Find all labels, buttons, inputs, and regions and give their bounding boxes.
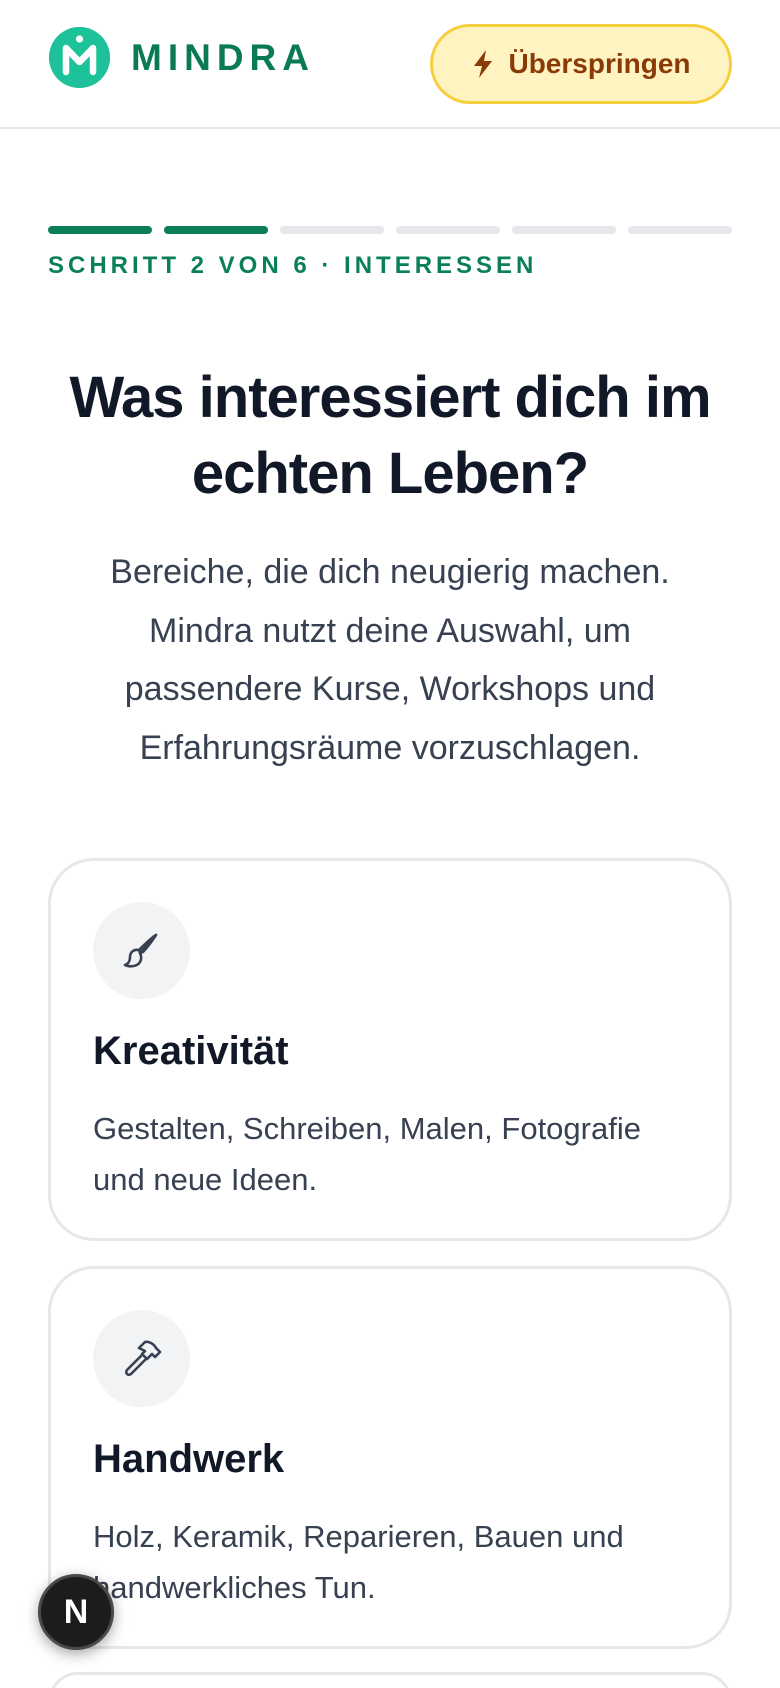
page-subtitle: Bereiche, die dich neugierig machen. Min…: [110, 553, 670, 767]
interest-title: Kreativität: [93, 1029, 289, 1073]
page-title: Was interessiert dich im echten Leben?: [69, 365, 711, 506]
interest-description: Holz, Keramik, Reparieren, Bauen und han…: [93, 1519, 624, 1605]
paintbrush-icon: [123, 933, 157, 968]
hammer-icon: [124, 1340, 161, 1376]
interest-description: Gestalten, Schreiben, Malen, Fotografie …: [93, 1111, 641, 1197]
mindra-logo-icon: [49, 27, 110, 88]
progress-segment: [280, 226, 384, 234]
floating-n-button[interactable]: N: [38, 1574, 114, 1650]
interest-icon-wrapper: [93, 902, 190, 999]
progress-segment: [396, 226, 500, 234]
step-progress-bar: [48, 226, 732, 234]
interest-card-handwerk[interactable]: Handwerk Holz, Keramik, Reparieren, Baue…: [48, 1266, 732, 1649]
progress-segment: [48, 226, 152, 234]
bolt-icon: [474, 50, 493, 78]
progress-segment: [628, 226, 732, 234]
progress-segment: [512, 226, 616, 234]
top-bar: MINDRA Überspringen: [0, 0, 780, 129]
interest-title: Handwerk: [93, 1437, 285, 1481]
interest-card-next[interactable]: [48, 1672, 732, 1688]
interest-card-kreativitaet[interactable]: Kreativität Gestalten, Schreiben, Malen,…: [48, 858, 732, 1241]
brand-logo[interactable]: MINDRA: [49, 27, 315, 88]
brand-name: MINDRA: [131, 36, 315, 78]
step-label: SCHRITT 2 VON 6 · INTERESSEN: [48, 252, 538, 279]
skip-button-label: Überspringen: [508, 48, 691, 79]
skip-button[interactable]: Überspringen: [430, 24, 732, 104]
interest-icon-wrapper: [93, 1310, 190, 1407]
progress-segment: [164, 226, 268, 234]
floating-n-label: N: [63, 1592, 89, 1631]
